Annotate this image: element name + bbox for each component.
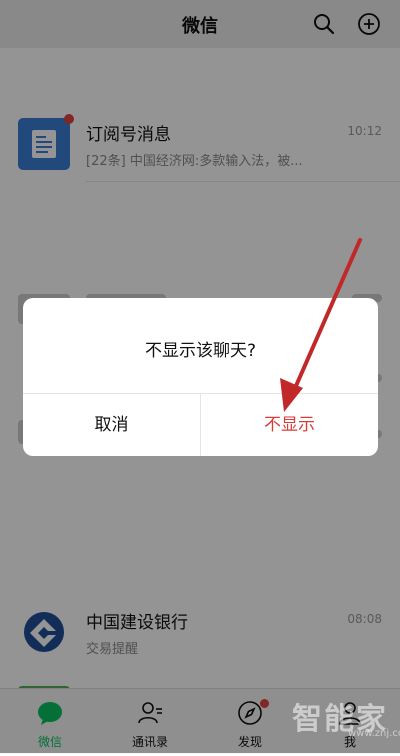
watermark-logo: 智能家 www.znj.com <box>286 688 400 739</box>
wechat-app: 微信 订阅号消息 [22条] 中国经济网:多款输入法，被... 10:12 中国… <box>0 0 400 754</box>
hide-chat-dialog: 不显示该聊天? 取消 不显示 <box>23 298 378 456</box>
hide-chat-button[interactable]: 不显示 <box>201 394 378 456</box>
cancel-button[interactable]: 取消 <box>23 394 200 456</box>
watermark-url: www.znj.com <box>348 728 400 739</box>
dialog-message: 不显示该聊天? <box>144 341 257 361</box>
